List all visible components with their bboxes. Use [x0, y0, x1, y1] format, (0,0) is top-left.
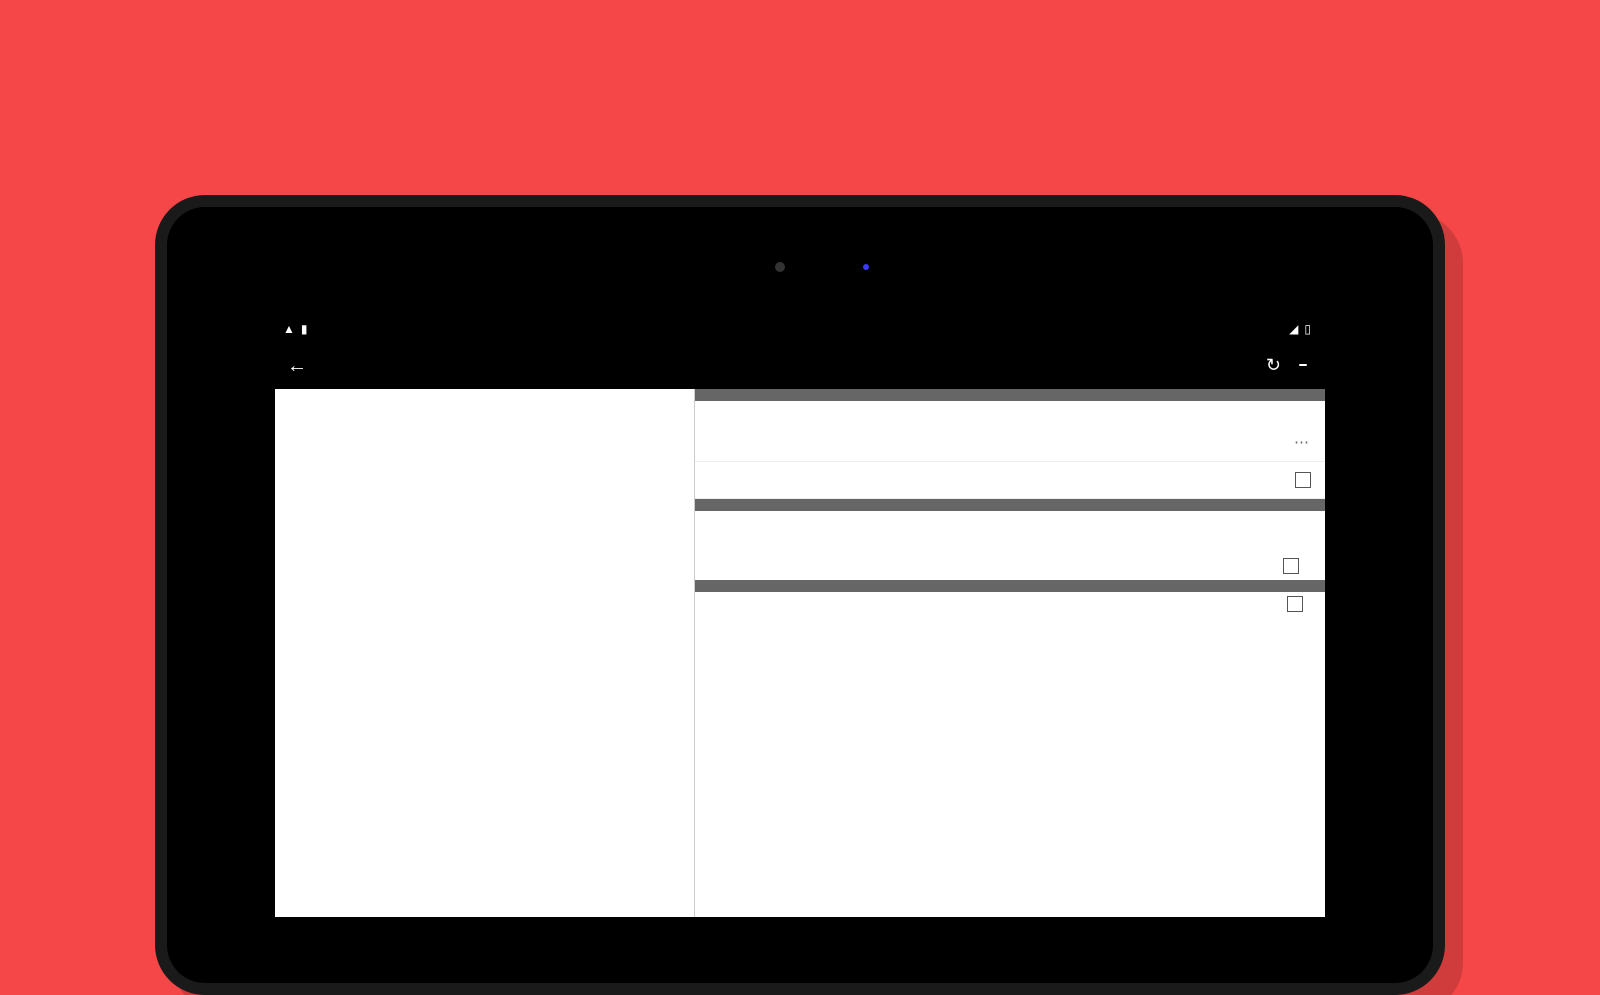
warning-icon: ▲: [283, 322, 295, 336]
scale-title-header: [695, 389, 1325, 401]
back-icon[interactable]: ←: [287, 353, 307, 378]
status-bar: ▲ ▮ ◢ ▯: [275, 317, 1325, 341]
right-panel: ⋯: [695, 389, 1325, 917]
main-keyboard[interactable]: [275, 389, 694, 487]
signal-icon: ◢: [1289, 322, 1298, 336]
scale-chords-row[interactable]: ⋯: [695, 423, 1325, 462]
sharp-icon: [1299, 364, 1307, 366]
scale-list: [275, 487, 694, 917]
chord-count-checkbox[interactable]: [1287, 596, 1303, 612]
hero-title: [0, 0, 1600, 70]
favourites-row[interactable]: [695, 462, 1325, 499]
resolve-button[interactable]: [1299, 364, 1313, 366]
sd-icon: ▮: [301, 322, 308, 336]
left-panel: [275, 389, 695, 917]
loop-checkbox[interactable]: [1283, 558, 1299, 574]
app-bar: ← ↻: [275, 341, 1325, 389]
play-panel-header: [695, 499, 1325, 511]
app-screen: ▲ ▮ ◢ ▯ ← ↻: [275, 317, 1325, 917]
secondary-dominant-label: [707, 626, 1313, 636]
interval-diagram: [695, 401, 1325, 423]
favourites-checkbox[interactable]: [1295, 472, 1311, 488]
tablet-frame: ▲ ▮ ◢ ▯ ← ↻: [155, 195, 1445, 995]
more-icon[interactable]: ⋯: [1294, 433, 1311, 451]
refresh-icon[interactable]: ↻: [1266, 355, 1281, 376]
battery-icon: ▯: [1304, 322, 1311, 336]
chords-header: [695, 580, 1325, 592]
common-chords-label: [707, 616, 1313, 626]
